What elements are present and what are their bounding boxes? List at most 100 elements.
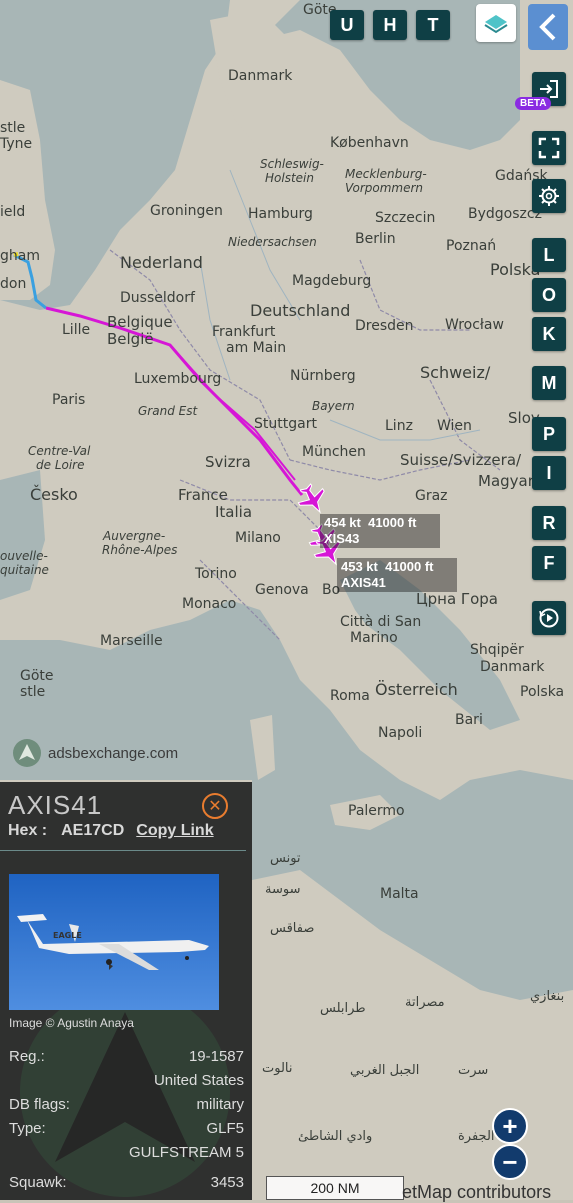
label-kobenhavn: København (330, 135, 409, 151)
label-roma: Roma (330, 688, 370, 704)
label-osterreich: Suisse/Svizzera/ (400, 451, 522, 469)
label-quitaine: quitaine (0, 563, 49, 577)
info-key: Reg.: (9, 1048, 45, 1065)
label-svizra: Italia (215, 503, 252, 521)
label-bayern: Bayern (312, 399, 355, 413)
replay-button[interactable] (532, 601, 566, 635)
label-dusseldorf: Dusseldorf (120, 290, 196, 306)
label-france: Česko (30, 485, 78, 504)
replay-icon (539, 608, 559, 628)
label-nederland: Nederland (120, 253, 203, 272)
chevron-left-icon (539, 13, 556, 41)
zoom-out-button[interactable]: − (492, 1144, 528, 1180)
label-la-vella: stle (20, 684, 45, 700)
label-holstein: Holstein (265, 171, 314, 185)
copy-link[interactable]: Copy Link (136, 822, 213, 839)
label-citta: Città di San (340, 614, 421, 630)
aircraft-info-panel: AXIS41 ✕ Hex : AE17CD Copy Link EAGLE Imag… (0, 782, 252, 1200)
toggle-r-button[interactable]: R (532, 506, 566, 540)
toggle-l-button[interactable]: L (532, 238, 566, 272)
close-panel-button[interactable]: ✕ (202, 793, 228, 819)
label-nurnberg: Nürnberg (290, 368, 356, 384)
label-niedersachsen: Niedersachsen (228, 235, 317, 249)
label-andorra: Göte (20, 668, 54, 684)
toggle-p-button[interactable]: P (532, 417, 566, 451)
aircraft-callsign: XIS43 (324, 531, 360, 546)
label-grand-est: Grand Est (138, 404, 198, 418)
toggle-u-button[interactable]: U (330, 10, 364, 40)
label-shqiper: Polska (520, 684, 564, 700)
label-lille: Lille (62, 322, 90, 338)
aircraft-speed-alt: 453 kt 41000 ft (341, 559, 434, 574)
label-jabal: الجبل الغربي (350, 1063, 419, 1078)
label-malta: Malta (380, 886, 419, 902)
label-mecklenburg: Mecklenburg- (345, 167, 427, 181)
label-schleswig: Schleswig- (260, 157, 324, 171)
label-wroclaw: Wrocław (445, 317, 504, 333)
panel-callsign: AXIS41 (8, 790, 103, 820)
back-button[interactable] (528, 4, 568, 50)
label-bari: Bari (455, 712, 483, 728)
label-hamburg: Hamburg (248, 206, 313, 222)
settings-button[interactable] (532, 179, 566, 213)
aircraft-label-1[interactable]: 454 kt 41000 ft XIS43 (320, 514, 440, 548)
label-paris: Paris (52, 392, 85, 408)
label-marseille: Marseille (100, 633, 163, 649)
aircraft-photo-image: EAGLE (9, 874, 219, 1010)
label-tripoli: طرابلس (320, 1001, 366, 1016)
label-misrata: مصراتة (405, 995, 445, 1010)
fullscreen-icon (538, 137, 560, 159)
label-wien: Wien (437, 418, 472, 434)
label-dresden: Dresden (355, 318, 414, 334)
label-don: don (0, 276, 26, 292)
label-szczecin: Szczecin (375, 210, 435, 226)
label-crna-gora: Shqipër (470, 642, 524, 658)
label-jufra: الجفرة (458, 1129, 495, 1144)
label-gham: gham (0, 248, 40, 264)
toggle-f-button[interactable]: F (532, 546, 566, 580)
label-groningen: Groningen (150, 203, 223, 219)
fullscreen-button[interactable] (532, 131, 566, 165)
info-value: 3453 (210, 1174, 244, 1191)
close-icon: ✕ (208, 798, 222, 815)
toggle-m-button[interactable]: M (532, 366, 566, 400)
label-ield: ield (0, 204, 25, 220)
label-sousse: سوسة (265, 882, 300, 897)
zoom-in-button[interactable]: + (492, 1108, 528, 1144)
aircraft-photo[interactable]: EAGLE (9, 874, 219, 1010)
label-monaco: Monaco (182, 596, 236, 612)
beta-badge: BETA (515, 97, 552, 110)
info-key: Type: (9, 1120, 46, 1137)
label-belgie: België (107, 330, 154, 348)
image-credit: Image © Agustin Anaya (9, 1016, 134, 1030)
label-frankfurt: Frankfurt (212, 324, 276, 340)
scale-bar: 200 NM (266, 1176, 404, 1200)
toggle-k-button[interactable]: K (532, 317, 566, 351)
label-cesko: Schweiz/ (420, 363, 491, 382)
label-bydgoszcz: Bydgoszcz (468, 206, 542, 222)
label-stuttgart: Stuttgart (254, 416, 317, 432)
attribution-text: adsbexchange.com (48, 744, 179, 762)
label-linz: Linz (385, 418, 413, 434)
aircraft-label-2[interactable]: 453 kt 41000 ft AXIS41 (337, 558, 457, 592)
label-poznan: Poznań (446, 238, 496, 254)
label-sirte: سرت (458, 1063, 488, 1078)
label-tyne: Tyne (0, 136, 32, 152)
toggle-t-button[interactable]: T (416, 10, 450, 40)
layers-icon (484, 15, 508, 34)
toggle-i-button[interactable]: I (532, 456, 566, 490)
label-hrvatska: Црна Гора (416, 590, 498, 608)
aircraft-callsign: AXIS41 (341, 575, 386, 590)
label-vorpommern: Vorpommern (345, 181, 423, 195)
label-napoli: Napoli (378, 725, 422, 741)
adsbexchange-attribution[interactable]: adsbexchange.com (12, 738, 178, 768)
label-danmark: Danmark (228, 68, 293, 84)
hex-label: Hex : (8, 822, 48, 839)
label-torino: Torino (194, 566, 237, 582)
watermark-logo-icon (20, 987, 230, 1197)
layers-button[interactable] (476, 4, 516, 42)
label-luxembourg: Luxembourg (134, 371, 221, 387)
toggle-o-button[interactable]: O (532, 278, 566, 312)
info-value: 19-1587 (188, 1048, 244, 1065)
toggle-h-button[interactable]: H (373, 10, 407, 40)
